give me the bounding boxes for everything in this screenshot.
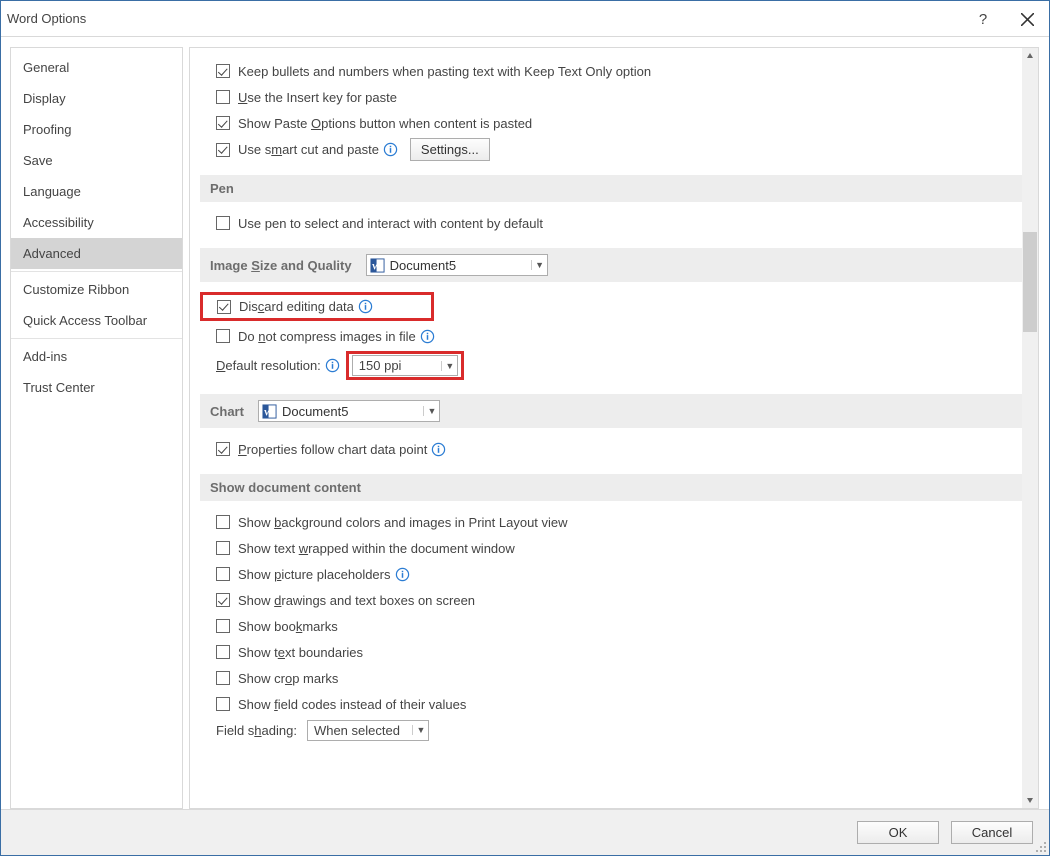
scroll-thumb[interactable]: [1023, 232, 1037, 332]
chevron-down-icon: ▼: [531, 260, 545, 270]
word-doc-icon: W: [262, 404, 277, 419]
word-doc-icon: W: [370, 258, 385, 273]
opt-field-shading: Field shading: When selected ▼: [208, 719, 1022, 741]
titlebar-controls: ?: [961, 1, 1049, 37]
scroll-down-icon[interactable]: [1022, 792, 1038, 808]
opt-use-pen[interactable]: Use pen to select and interact with cont…: [208, 212, 1022, 234]
sidebar-item-customize-ribbon[interactable]: Customize Ribbon: [11, 274, 182, 305]
sidebar-item-save[interactable]: Save: [11, 145, 182, 176]
opt-keep-bullets[interactable]: Keep bullets and numbers when pasting te…: [208, 60, 1022, 82]
title-bar: Word Options ?: [1, 1, 1049, 37]
default-resolution-highlight: 150 ppi ▼: [346, 351, 464, 380]
chevron-down-icon: ▼: [441, 361, 455, 371]
section-pen: Pen: [200, 175, 1022, 202]
checkbox[interactable]: [216, 619, 230, 633]
opt-smart-cut-paste[interactable]: Use smart cut and paste Settings...: [208, 138, 1022, 161]
info-icon[interactable]: [431, 442, 446, 457]
opt-discard-editing-highlight: Discard editing data: [200, 292, 434, 321]
opt-picture-placeholders[interactable]: Show picture placeholders: [208, 563, 1022, 585]
close-icon[interactable]: [1005, 1, 1049, 37]
sidebar-item-advanced[interactable]: Advanced: [11, 238, 182, 269]
sidebar-item-display[interactable]: Display: [11, 83, 182, 114]
content: General Display Proofing Save Language A…: [1, 37, 1049, 809]
sidebar-item-general[interactable]: General: [11, 52, 182, 83]
dialog-footer: OK Cancel: [1, 809, 1049, 855]
sidebar-item-language[interactable]: Language: [11, 176, 182, 207]
options-panel: Keep bullets and numbers when pasting te…: [189, 47, 1039, 809]
checkbox[interactable]: [216, 143, 230, 157]
info-icon[interactable]: [395, 567, 410, 582]
ok-button[interactable]: OK: [857, 821, 939, 844]
opt-field-codes[interactable]: Show field codes instead of their values: [208, 693, 1022, 715]
opt-default-resolution: Default resolution: 150 ppi ▼: [208, 351, 1022, 380]
chart-doc-select[interactable]: W Document5 ▼: [258, 400, 440, 422]
opt-text-boundaries[interactable]: Show text boundaries: [208, 641, 1022, 663]
scrollbar[interactable]: [1022, 48, 1038, 808]
opt-crop-marks[interactable]: Show crop marks: [208, 667, 1022, 689]
opt-show-bookmarks[interactable]: Show bookmarks: [208, 615, 1022, 637]
checkbox[interactable]: [216, 697, 230, 711]
dialog-title: Word Options: [7, 11, 86, 26]
info-icon[interactable]: [420, 329, 435, 344]
settings-button[interactable]: Settings...: [410, 138, 490, 161]
sidebar-item-accessibility[interactable]: Accessibility: [11, 207, 182, 238]
checkbox[interactable]: [216, 90, 230, 104]
scroll-up-icon[interactable]: [1022, 48, 1038, 64]
checkbox[interactable]: [216, 515, 230, 529]
opt-props-follow-chart[interactable]: Properties follow chart data point: [208, 438, 1022, 460]
checkbox[interactable]: [216, 116, 230, 130]
opt-bg-colors[interactable]: Show background colors and images in Pri…: [208, 511, 1022, 533]
opt-show-paste-options[interactable]: Show Paste Options button when content i…: [208, 112, 1022, 134]
opt-text-wrapped[interactable]: Show text wrapped within the document wi…: [208, 537, 1022, 559]
opt-use-insert-key[interactable]: Use the Insert key for paste: [208, 86, 1022, 108]
sidebar-item-proofing[interactable]: Proofing: [11, 114, 182, 145]
opt-show-drawings[interactable]: Show drawings and text boxes on screen: [208, 589, 1022, 611]
info-icon[interactable]: [358, 299, 373, 314]
chevron-down-icon: ▼: [423, 406, 437, 416]
opt-no-compress[interactable]: Do not compress images in file: [208, 325, 1022, 347]
sidebar-item-quick-access[interactable]: Quick Access Toolbar: [11, 305, 182, 336]
sidebar: General Display Proofing Save Language A…: [10, 47, 183, 809]
cancel-button[interactable]: Cancel: [951, 821, 1033, 844]
resolution-select[interactable]: 150 ppi ▼: [352, 355, 458, 376]
field-shading-select[interactable]: When selected ▼: [307, 720, 429, 741]
checkbox[interactable]: [216, 593, 230, 607]
sidebar-item-addins[interactable]: Add-ins: [11, 341, 182, 372]
section-chart: Chart W Document5 ▼: [200, 394, 1022, 428]
checkbox[interactable]: [216, 671, 230, 685]
image-doc-select[interactable]: W Document5 ▼: [366, 254, 548, 276]
info-icon[interactable]: [325, 358, 340, 373]
resize-grip-icon[interactable]: [1035, 841, 1047, 853]
checkbox[interactable]: [216, 64, 230, 78]
section-show-doc-content: Show document content: [200, 474, 1022, 501]
checkbox[interactable]: [216, 329, 230, 343]
checkbox[interactable]: [216, 216, 230, 230]
checkbox[interactable]: [216, 442, 230, 456]
checkbox[interactable]: [216, 541, 230, 555]
help-icon[interactable]: ?: [961, 1, 1005, 37]
info-icon[interactable]: [383, 142, 398, 157]
svg-text:W: W: [264, 407, 273, 417]
checkbox[interactable]: [216, 645, 230, 659]
chevron-down-icon: ▼: [412, 725, 426, 735]
svg-text:W: W: [371, 261, 380, 271]
checkbox[interactable]: [217, 300, 231, 314]
sidebar-item-trust-center[interactable]: Trust Center: [11, 372, 182, 403]
checkbox[interactable]: [216, 567, 230, 581]
section-image-quality: Image Size and Quality W Document5 ▼: [200, 248, 1022, 282]
